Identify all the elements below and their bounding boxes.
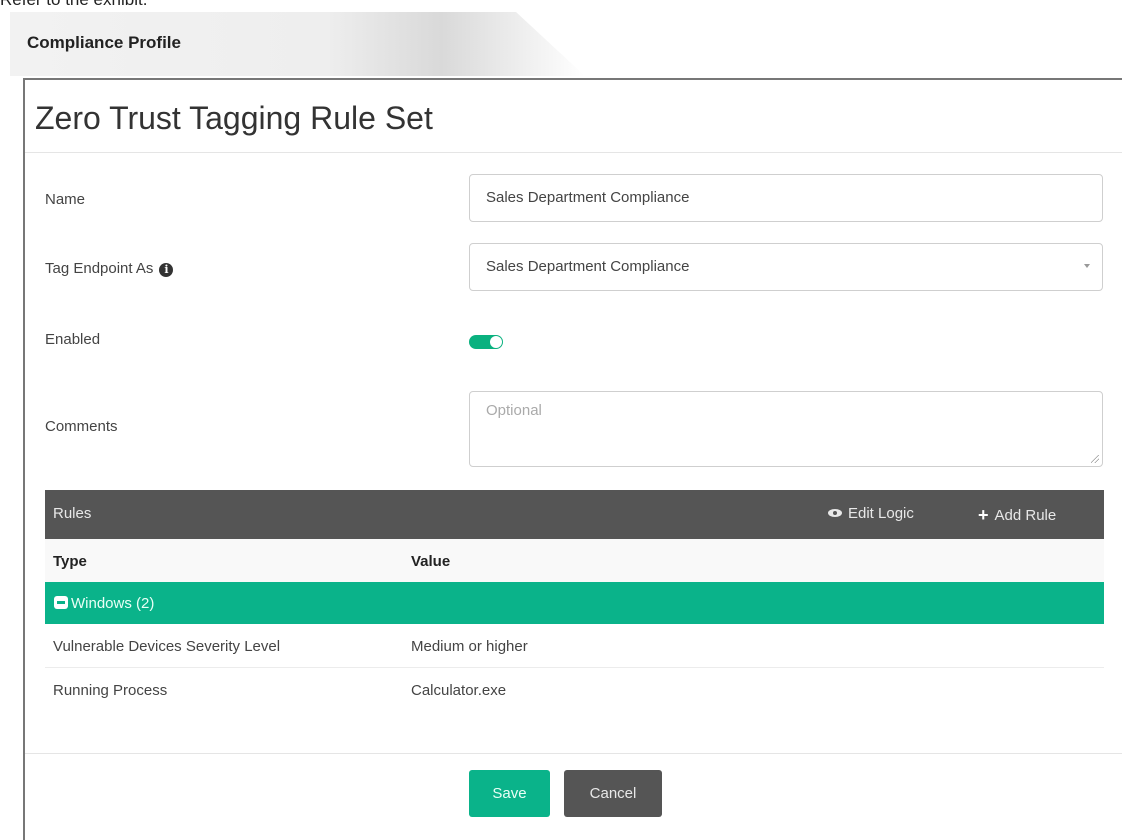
collapse-icon[interactable]: [54, 596, 68, 609]
toggle-knob: [490, 336, 502, 348]
table-row[interactable]: Vulnerable Devices Severity Level Medium…: [45, 624, 1104, 668]
tab-compliance-profile[interactable]: Compliance Profile: [27, 33, 181, 53]
chevron-down-icon: [1084, 264, 1090, 268]
comments-placeholder: Optional: [486, 402, 542, 419]
column-header-value[interactable]: Value: [411, 553, 450, 570]
exhibit-caption: Refer to the exhibit.: [0, 0, 147, 10]
rule-value-cell: Medium or higher: [411, 638, 528, 655]
info-icon[interactable]: i: [159, 263, 174, 277]
resize-handle-icon[interactable]: [1091, 455, 1099, 463]
column-header-type[interactable]: Type: [53, 553, 87, 570]
rules-title: Rules: [53, 505, 92, 522]
title-divider: [25, 152, 1122, 153]
rules-table-header: Type Value: [45, 539, 1104, 582]
edit-logic-button[interactable]: Edit Logic: [828, 505, 914, 522]
comments-label: Comments: [45, 418, 118, 435]
page-title: Zero Trust Tagging Rule Set: [35, 100, 433, 136]
tag-endpoint-select[interactable]: Sales Department Compliance: [469, 243, 1103, 291]
tag-endpoint-label: Tag Endpoint As i: [45, 260, 174, 277]
name-label: Name: [45, 191, 86, 208]
cancel-button[interactable]: Cancel: [564, 770, 662, 817]
rule-group-windows[interactable]: Windows (2): [45, 582, 1104, 624]
edit-logic-label: Edit Logic: [848, 505, 914, 522]
plus-icon: +: [978, 505, 989, 525]
rules-toolbar: Rules Edit Logic + Add Rule: [45, 490, 1104, 539]
rule-type-cell: Vulnerable Devices Severity Level: [53, 638, 281, 655]
save-button[interactable]: Save: [469, 770, 550, 817]
name-field[interactable]: Sales Department Compliance: [469, 174, 1103, 222]
table-row[interactable]: Running Process Calculator.exe: [45, 668, 1104, 711]
rule-type-cell: Running Process: [53, 682, 168, 699]
rule-set-panel: Zero Trust Tagging Rule Set Name Sales D…: [23, 78, 1122, 840]
tag-endpoint-value: Sales Department Compliance: [486, 258, 690, 275]
add-rule-button[interactable]: + Add Rule: [978, 505, 1056, 526]
enabled-label: Enabled: [45, 331, 101, 348]
rule-group-label: Windows (2): [71, 595, 155, 612]
footer-divider: [25, 753, 1122, 754]
comments-textarea[interactable]: Optional: [469, 391, 1103, 467]
add-rule-label: Add Rule: [994, 507, 1057, 524]
rule-value-cell: Calculator.exe: [411, 682, 507, 699]
enabled-toggle[interactable]: [469, 335, 503, 349]
tag-endpoint-label-text: Tag Endpoint As: [45, 260, 154, 277]
eye-icon: [828, 509, 842, 517]
